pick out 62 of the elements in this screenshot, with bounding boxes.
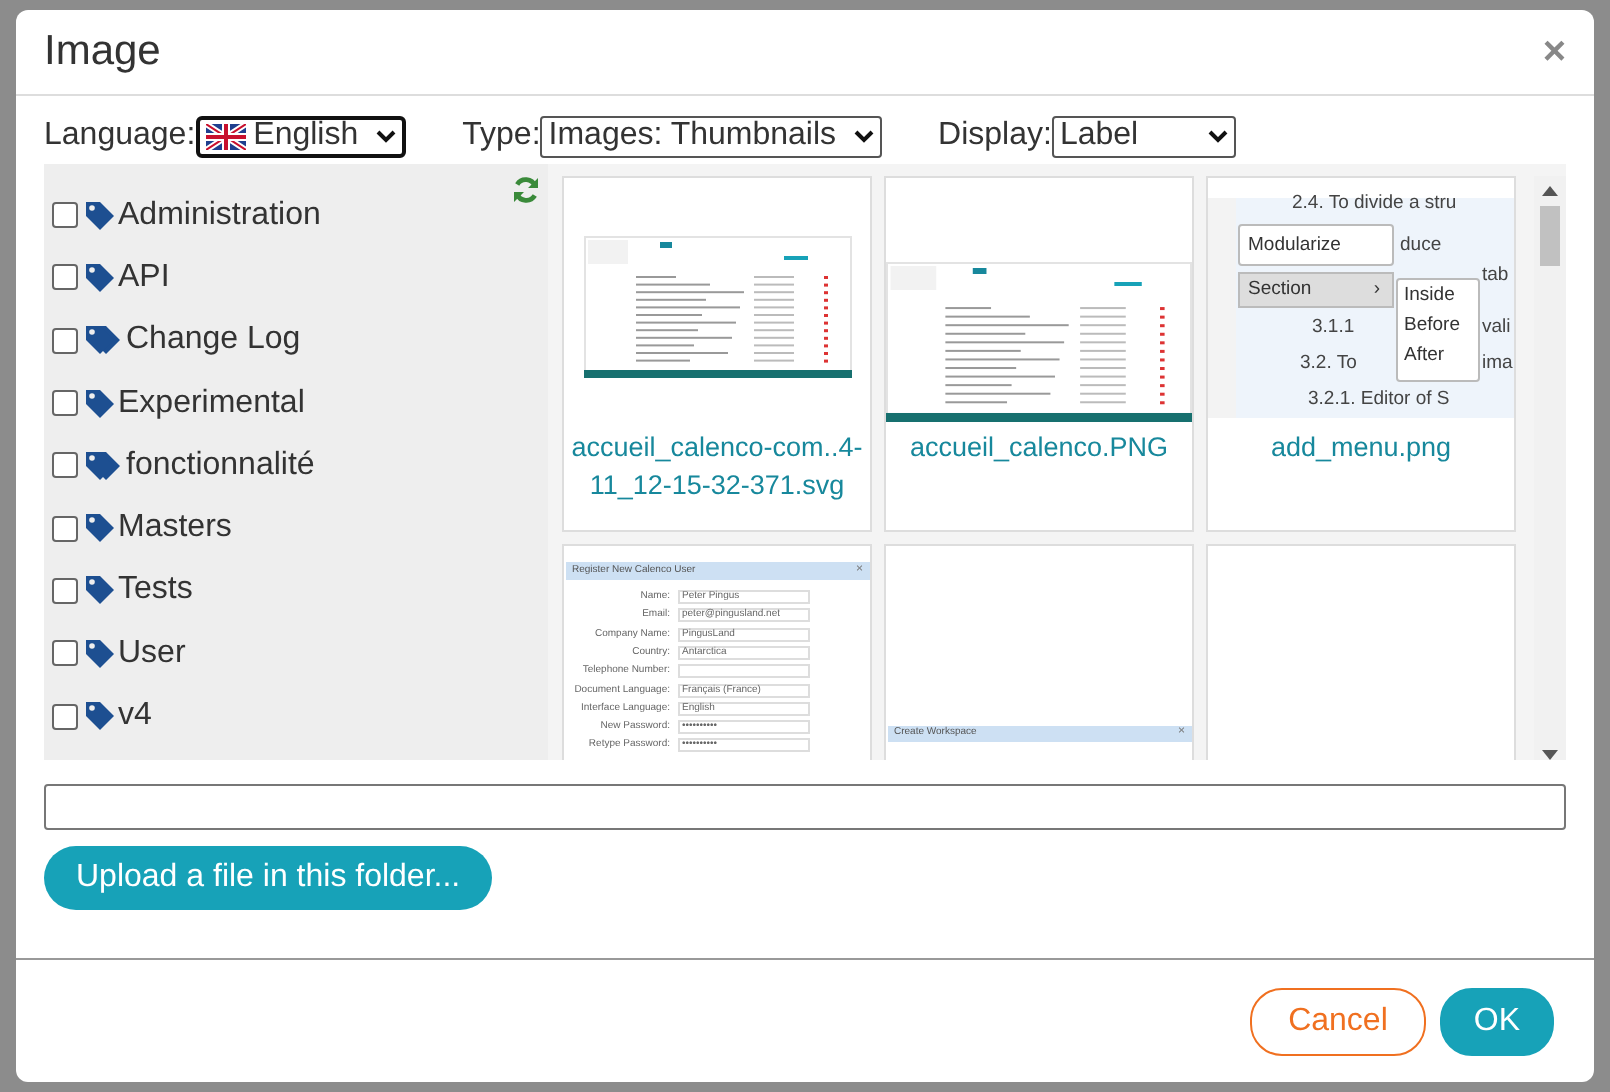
menu-item: Before bbox=[1404, 313, 1462, 338]
tag-icon bbox=[84, 512, 116, 545]
tag-icon bbox=[84, 574, 116, 607]
checkbox[interactable] bbox=[52, 264, 78, 291]
caret-icon bbox=[374, 128, 399, 144]
checkbox[interactable] bbox=[52, 390, 78, 417]
thumbnail-card[interactable]: accueil_calenco-com..4-11_12-15-32-371.svg bbox=[562, 176, 872, 532]
close-button[interactable]: × bbox=[1542, 32, 1566, 72]
checkbox[interactable] bbox=[52, 703, 78, 730]
filter-label: Language: bbox=[44, 116, 196, 156]
tag-icon bbox=[84, 261, 116, 294]
tags-icon bbox=[84, 324, 124, 357]
tag-label[interactable]: Tests bbox=[118, 566, 193, 615]
menu-item: After bbox=[1404, 343, 1447, 368]
caret-icon bbox=[852, 128, 877, 144]
dropdown[interactable]: Label bbox=[1051, 115, 1237, 157]
caret-icon bbox=[1206, 128, 1231, 144]
tag-label[interactable]: Experimental bbox=[118, 379, 305, 428]
checkbox[interactable] bbox=[52, 577, 78, 604]
text: vali bbox=[1482, 318, 1511, 337]
input-field[interactable] bbox=[44, 784, 1566, 830]
tag-icon bbox=[84, 637, 116, 670]
refresh-icon[interactable] bbox=[512, 176, 540, 204]
tag-label[interactable]: User bbox=[118, 629, 186, 678]
checkbox[interactable] bbox=[52, 640, 78, 667]
thumbnail-card[interactable]: accueil_calenco.PNG bbox=[884, 176, 1194, 532]
tag-label[interactable]: fonctionnalité bbox=[126, 441, 315, 490]
tag-label[interactable]: Masters bbox=[118, 504, 232, 553]
file-name[interactable]: accueil_calenco.PNG bbox=[886, 424, 1192, 474]
filter-label: Type: bbox=[462, 116, 541, 156]
filter-label: Display: bbox=[938, 116, 1052, 156]
tag-label[interactable]: Change Log bbox=[126, 316, 301, 365]
tag-icon bbox=[84, 199, 116, 232]
tags-icon bbox=[84, 449, 124, 482]
text: ima bbox=[1482, 354, 1513, 373]
checkbox[interactable] bbox=[52, 327, 78, 354]
menu-item: Inside bbox=[1404, 284, 1457, 308]
arrow-icon: › bbox=[1373, 275, 1380, 305]
input-field bbox=[678, 664, 810, 679]
thumbnail-card[interactable]: 2.4. To divide a stru Modularize duce tab Section › Inside Before After 3.1.1 vali 3.2. To ima 3.2.1. Editor of S add_menu.png bbox=[1206, 176, 1516, 532]
text: 3.2.1. Editor of S bbox=[1308, 390, 1450, 409]
tag-icon bbox=[84, 387, 116, 420]
tag-label[interactable]: API bbox=[118, 253, 170, 302]
flag-icon bbox=[205, 123, 246, 149]
text: tab bbox=[1482, 266, 1509, 285]
checkbox[interactable] bbox=[52, 202, 78, 229]
menu-item: Section › bbox=[1238, 272, 1394, 308]
tag-label[interactable]: v4 bbox=[118, 692, 152, 741]
dropdown[interactable]: English bbox=[195, 115, 407, 157]
dropdown[interactable]: Images: Thumbnails bbox=[540, 115, 883, 157]
tag-label[interactable]: Administration bbox=[118, 191, 321, 240]
text: 3.2. To bbox=[1300, 354, 1357, 373]
file-name[interactable]: accueil_calenco-com..4-11_12-15-32-371.svg bbox=[564, 424, 870, 512]
text: 3.1.1 bbox=[1312, 318, 1355, 337]
menu-item: Modularize bbox=[1238, 224, 1394, 266]
text: duce bbox=[1400, 236, 1442, 255]
file-name[interactable]: add_menu.png bbox=[1208, 424, 1514, 474]
checkbox[interactable] bbox=[52, 452, 78, 479]
tag-icon bbox=[84, 700, 116, 733]
checkbox[interactable] bbox=[52, 515, 78, 542]
dialog-title: Image bbox=[44, 26, 161, 79]
text: 2.4. To divide a stru bbox=[1292, 194, 1457, 213]
